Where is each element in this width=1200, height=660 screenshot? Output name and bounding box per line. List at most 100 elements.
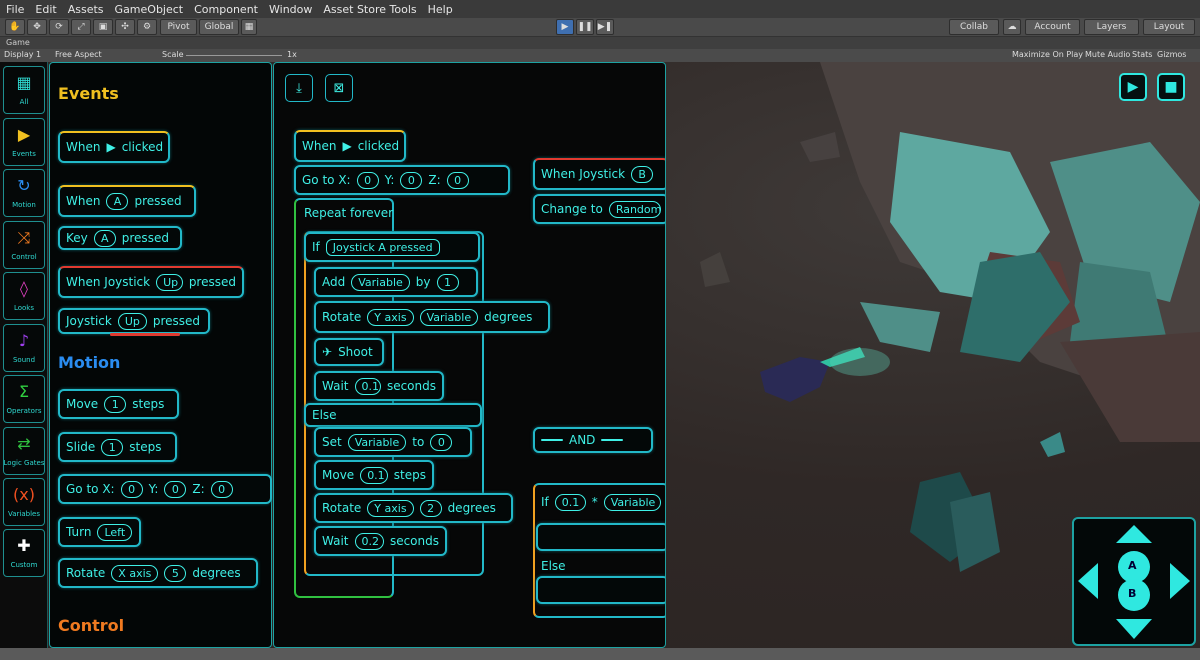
custom-tool-button[interactable]: ⚙ xyxy=(137,19,157,35)
clear-icon[interactable]: ⊠ xyxy=(325,74,353,102)
toolbar: ✋ ✥ ⟳ ⤢ ▣ ✣ ⚙ Pivot Global ▦ ▶ ❚❚ ▶❚ Col… xyxy=(0,18,1200,37)
download-icon[interactable]: ⤓ xyxy=(285,74,313,102)
menu-gameobject[interactable]: GameObject xyxy=(115,3,184,16)
category-motion[interactable]: ↻ Motion xyxy=(3,169,45,217)
button-a[interactable]: A xyxy=(1128,559,1137,572)
pivot-toggle[interactable]: Pivot xyxy=(160,19,197,35)
snap-button[interactable]: ▦ xyxy=(241,19,257,35)
dpad-down-icon xyxy=(1116,619,1152,639)
menu-help[interactable]: Help xyxy=(428,3,453,16)
sigma-icon: Σ xyxy=(18,382,30,401)
menu-edit[interactable]: Edit xyxy=(35,3,56,16)
block-when-clicked[interactable]: When ▶ clicked xyxy=(58,131,170,163)
block-turn[interactable]: Turn Left xyxy=(58,517,141,547)
menu-file[interactable]: File xyxy=(6,3,24,16)
script-if-joystick[interactable]: If Joystick A pressed xyxy=(304,232,480,262)
display-dropdown[interactable]: Display 1 xyxy=(4,50,41,59)
pause-button[interactable]: ❚❚ xyxy=(576,19,594,35)
block-when-key-pressed[interactable]: When Apressed xyxy=(58,185,196,217)
script-go-to[interactable]: Go to X: 0 Y: 0 Z: 0 xyxy=(294,165,510,195)
cycle-icon: ⇄ xyxy=(17,434,31,453)
scale-tool-button[interactable]: ⤢ xyxy=(71,19,91,35)
script-when-clicked[interactable]: When ▶ clicked xyxy=(294,130,406,162)
gizmos-dropdown[interactable]: Gizmos xyxy=(1157,50,1186,59)
stop-game-button[interactable]: ■ xyxy=(1157,73,1185,101)
block-move-steps[interactable]: Move 1 steps xyxy=(58,389,179,419)
category-operators[interactable]: Σ Operators xyxy=(3,375,45,423)
play-button[interactable]: ▶ xyxy=(556,19,574,35)
script-else-2[interactable]: Else xyxy=(533,555,665,577)
rotate-tool-button[interactable]: ⟳ xyxy=(49,19,69,35)
script-when-joystick-b[interactable]: When Joystick B xyxy=(533,158,665,190)
category-custom[interactable]: ✚ Custom xyxy=(3,529,45,577)
play-game-button[interactable]: ▶ xyxy=(1119,73,1147,101)
aspect-dropdown[interactable]: Free Aspect xyxy=(55,50,102,59)
block-when-joystick-pressed[interactable]: When Joystick Up pressed xyxy=(58,266,244,298)
grid-icon: ▦ xyxy=(16,73,32,92)
script-wait-1[interactable]: Wait 0.1 seconds xyxy=(314,371,444,401)
hand-tool-button[interactable]: ✋ xyxy=(5,19,25,35)
dpad-right-icon xyxy=(1170,563,1190,599)
block-joystick-pressed[interactable]: Joystick Up pressed xyxy=(58,308,210,334)
variable-icon: (x) xyxy=(13,485,35,504)
script-shoot[interactable]: ✈ Shoot xyxy=(314,338,384,366)
script-change-to[interactable]: Change to Random xyxy=(533,194,665,224)
category-variables[interactable]: (x) Variables xyxy=(3,478,45,526)
move-tool-button[interactable]: ✥ xyxy=(27,19,47,35)
game-tab-label: Game xyxy=(6,38,30,47)
script-rotate-y-axis[interactable]: Rotate Y axis Variable degrees xyxy=(314,301,550,333)
step-button[interactable]: ▶❚ xyxy=(596,19,614,35)
script-if-multiply[interactable]: If 0.1 * Variable xyxy=(533,487,665,517)
block-key-pressed[interactable]: Key Apressed xyxy=(58,226,182,250)
button-b[interactable]: B xyxy=(1128,587,1136,600)
mute-toggle[interactable]: Mute Audio xyxy=(1085,50,1130,59)
account-dropdown[interactable]: Account xyxy=(1025,19,1080,35)
play-icon: ▶ xyxy=(106,140,116,154)
category-looks[interactable]: ◊ Looks xyxy=(3,272,45,320)
category-all[interactable]: ▦ All xyxy=(3,66,45,114)
script-empty-slot-2[interactable] xyxy=(536,576,665,604)
script-set-variable[interactable]: Set Variable to 0 xyxy=(314,427,472,457)
category-sidebar: ▦ All ▶ Events ↻ Motion ⤨ Control ◊ Looks ♪ So… xyxy=(0,62,48,648)
note-icon: ♪ xyxy=(18,331,30,350)
collab-dropdown[interactable]: Collab xyxy=(949,19,999,35)
motion-title: Motion xyxy=(58,353,121,372)
script-and[interactable]: AND xyxy=(533,427,653,453)
status-bar xyxy=(0,648,1200,660)
script-add-variable[interactable]: Add Variable by 1 xyxy=(314,267,478,297)
script-else[interactable]: Else xyxy=(304,403,482,427)
maximize-toggle[interactable]: Maximize On Play xyxy=(1012,50,1083,59)
menu-component[interactable]: Component xyxy=(194,3,258,16)
script-canvas[interactable]: ⤓ ⊠ When ▶ clicked Go to X: 0 Y: 0 Z: 0 Repeat … xyxy=(273,62,666,648)
layout-dropdown[interactable]: Layout xyxy=(1143,19,1195,35)
rect-tool-button[interactable]: ▣ xyxy=(93,19,113,35)
block-slide-steps[interactable]: Slide 1 steps xyxy=(58,432,177,462)
game-tab[interactable]: Game xyxy=(0,37,1200,49)
cloud-icon[interactable]: ☁ xyxy=(1003,19,1021,35)
menu-asset-store-tools[interactable]: Asset Store Tools xyxy=(323,3,416,16)
block-go-to-xyz[interactable]: Go to X: 0 Y: 0 Z: 0 xyxy=(58,474,272,504)
layers-dropdown[interactable]: Layers xyxy=(1084,19,1139,35)
scale-value: 1x xyxy=(287,50,297,59)
category-events[interactable]: ▶ Events xyxy=(3,118,45,166)
script-empty-slot[interactable] xyxy=(536,523,665,551)
stats-toggle[interactable]: Stats xyxy=(1132,50,1152,59)
category-control[interactable]: ⤨ Control xyxy=(3,221,45,269)
script-move-steps[interactable]: Move 0.1 steps xyxy=(314,460,434,490)
script-wait-2[interactable]: Wait 0.2 seconds xyxy=(314,526,447,556)
events-title: Events xyxy=(58,84,119,103)
block-rotate-axis-degrees[interactable]: Rotate X axis 5 degrees xyxy=(58,558,258,588)
script-repeat-forever[interactable]: Repeat forever xyxy=(296,199,396,227)
global-toggle[interactable]: Global xyxy=(199,19,239,35)
category-sound[interactable]: ♪ Sound xyxy=(3,324,45,372)
plus-grid-icon: ✚ xyxy=(17,536,31,555)
menu-assets[interactable]: Assets xyxy=(68,3,104,16)
dpad-left-icon xyxy=(1078,563,1098,599)
scale-label: Scale xyxy=(162,50,184,59)
script-rotate-y-degrees[interactable]: Rotate Y axis 2 degrees xyxy=(314,493,513,523)
scale-slider[interactable] xyxy=(186,55,282,56)
category-logic-gates[interactable]: ⇄ Logic Gates xyxy=(3,427,45,475)
shuffle-icon: ⤨ xyxy=(17,228,31,247)
menu-window[interactable]: Window xyxy=(269,3,312,16)
transform-tool-button[interactable]: ✣ xyxy=(115,19,135,35)
